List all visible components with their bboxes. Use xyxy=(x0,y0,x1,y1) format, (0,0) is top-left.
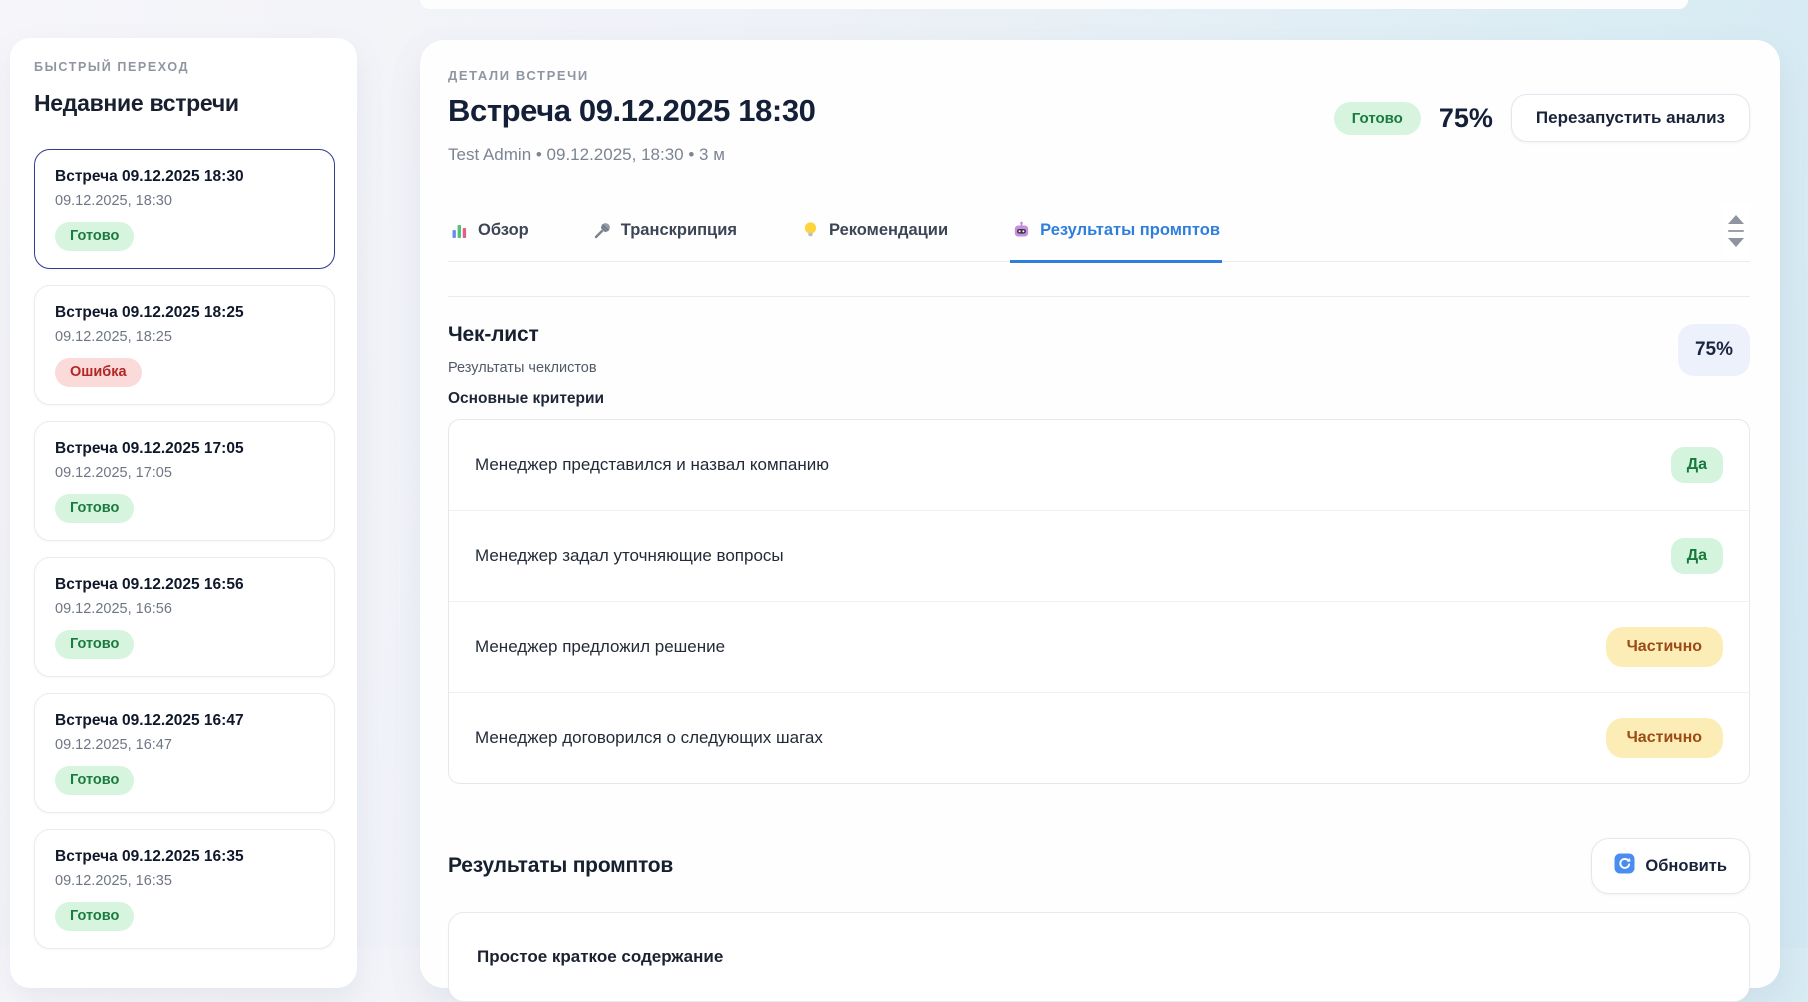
triangle-down-icon[interactable] xyxy=(1728,238,1744,247)
bar-chart-icon xyxy=(450,221,469,240)
checklist-row: Менеджер предложил решение Частично xyxy=(449,601,1749,692)
prompt-results-section: Результаты промптов Обновить Простое кра… xyxy=(448,838,1750,1002)
scrolled-card-edge xyxy=(420,0,1688,9)
meeting-card-title: Встреча 09.12.2025 17:05 xyxy=(55,439,314,459)
meeting-card-datetime: 09.12.2025, 16:56 xyxy=(55,600,314,619)
checklist-section: Чек-лист Результаты чеклистов 75% Основн… xyxy=(448,323,1750,784)
page-title: Встреча 09.12.2025 18:30 xyxy=(448,93,816,129)
status-badge: Готово xyxy=(55,494,134,523)
result-badge: Частично xyxy=(1606,627,1723,667)
status-badge: Готово xyxy=(55,630,134,659)
meeting-card-title: Встреча 09.12.2025 16:35 xyxy=(55,847,314,867)
restart-analysis-button[interactable]: Перезапустить анализ xyxy=(1511,94,1750,142)
meeting-card-title: Встреча 09.12.2025 16:47 xyxy=(55,711,314,731)
scroll-stepper[interactable] xyxy=(1722,203,1750,259)
meeting-card-title: Встреча 09.12.2025 16:56 xyxy=(55,575,314,595)
triangle-up-icon[interactable] xyxy=(1728,215,1744,224)
prompt-results-head: Результаты промптов Обновить xyxy=(448,838,1750,894)
meeting-card[interactable]: Встреча 09.12.2025 16:56 09.12.2025, 16:… xyxy=(34,557,335,677)
tab-label: Транскрипция xyxy=(621,221,737,240)
meeting-card-datetime: 09.12.2025, 18:30 xyxy=(55,192,314,211)
meeting-card-datetime: 09.12.2025, 17:05 xyxy=(55,464,314,483)
checklist-subtitle: Результаты чеклистов xyxy=(448,360,597,376)
checklist-item-text: Менеджер предложил решение xyxy=(475,637,725,657)
meeting-header-actions: Готово 75% Перезапустить анализ xyxy=(1334,94,1750,142)
meeting-card[interactable]: Встреча 09.12.2025 18:25 09.12.2025, 18:… xyxy=(34,285,335,405)
tab-prompt-results[interactable]: Результаты промптов xyxy=(1010,221,1222,263)
checklist-item-text: Менеджер задал уточняющие вопросы xyxy=(475,546,784,566)
meeting-card[interactable]: Встреча 09.12.2025 18:30 09.12.2025, 18:… xyxy=(34,149,335,269)
tab-label: Результаты промптов xyxy=(1040,221,1220,240)
result-badge: Да xyxy=(1671,447,1723,483)
tab-label: Рекомендации xyxy=(829,221,948,240)
checklist-row: Менеджер задал уточняющие вопросы Да xyxy=(449,510,1749,601)
meeting-header-left: ДЕТАЛИ ВСТРЕЧИ Встреча 09.12.2025 18:30 … xyxy=(448,68,816,165)
status-badge: Готово xyxy=(55,902,134,931)
tab-label: Обзор xyxy=(478,221,529,240)
stepper-divider xyxy=(1728,230,1744,232)
checklist-item-text: Менеджер договорился о следующих шагах xyxy=(475,728,823,748)
checklist-head-left: Чек-лист Результаты чеклистов xyxy=(448,323,597,376)
meeting-card-datetime: 09.12.2025, 16:47 xyxy=(55,736,314,755)
meeting-meta: Test Admin • 09.12.2025, 18:30 • 3 м xyxy=(448,145,816,165)
sidebar-title: Недавние встречи xyxy=(34,90,335,117)
tab-transcription[interactable]: Транскрипция xyxy=(591,221,739,263)
status-badge: Готово xyxy=(1334,102,1421,135)
details-eyebrow: ДЕТАЛИ ВСТРЕЧИ xyxy=(448,68,816,83)
section-divider xyxy=(448,296,1750,297)
meeting-score: 75% xyxy=(1439,103,1493,134)
result-badge: Частично xyxy=(1606,718,1723,758)
meeting-card-datetime: 09.12.2025, 16:35 xyxy=(55,872,314,891)
meeting-card-title: Встреча 09.12.2025 18:30 xyxy=(55,167,314,187)
tab-bar: Обзор Транскрипция Рекомендации Результа… xyxy=(448,221,1750,262)
refresh-icon xyxy=(1614,853,1635,879)
meeting-header: ДЕТАЛИ ВСТРЕЧИ Встреча 09.12.2025 18:30 … xyxy=(448,68,1750,165)
result-badge: Да xyxy=(1671,538,1723,574)
checklist-item-text: Менеджер представился и назвал компанию xyxy=(475,455,829,475)
prompt-result-card-title: Простое краткое содержание xyxy=(477,947,1721,967)
meeting-card[interactable]: Встреча 09.12.2025 16:47 09.12.2025, 16:… xyxy=(34,693,335,813)
checklist-row: Менеджер договорился о следующих шагах Ч… xyxy=(449,692,1749,783)
bulb-icon xyxy=(801,221,820,240)
checklist-group-title: Основные критерии xyxy=(448,390,1750,408)
tab-recommendations[interactable]: Рекомендации xyxy=(799,221,950,263)
sidebar-recent-meetings: БЫСТРЫЙ ПЕРЕХОД Недавние встречи Встреча… xyxy=(10,38,357,988)
prompt-results-title: Результаты промптов xyxy=(448,854,673,878)
meeting-card[interactable]: Встреча 09.12.2025 17:05 09.12.2025, 17:… xyxy=(34,421,335,541)
meeting-card-title: Встреча 09.12.2025 18:25 xyxy=(55,303,314,323)
checklist-title: Чек-лист xyxy=(448,323,597,347)
refresh-button[interactable]: Обновить xyxy=(1591,838,1750,894)
refresh-button-label: Обновить xyxy=(1645,857,1727,876)
status-badge: Ошибка xyxy=(55,358,142,387)
tab-overview[interactable]: Обзор xyxy=(448,221,531,263)
checklist-score-badge: 75% xyxy=(1678,324,1750,376)
checklist-head: Чек-лист Результаты чеклистов 75% xyxy=(448,323,1750,376)
meeting-card-datetime: 09.12.2025, 18:25 xyxy=(55,328,314,347)
microphone-icon xyxy=(593,221,612,240)
prompt-result-card: Простое краткое содержание xyxy=(448,912,1750,1002)
robot-icon xyxy=(1012,221,1031,240)
checklist-items: Менеджер представился и назвал компанию … xyxy=(448,419,1750,784)
meeting-card[interactable]: Встреча 09.12.2025 16:35 09.12.2025, 16:… xyxy=(34,829,335,949)
meeting-details-panel: ДЕТАЛИ ВСТРЕЧИ Встреча 09.12.2025 18:30 … xyxy=(420,40,1780,988)
sidebar-eyebrow: БЫСТРЫЙ ПЕРЕХОД xyxy=(34,60,335,74)
status-badge: Готово xyxy=(55,766,134,795)
meeting-card-list: Встреча 09.12.2025 18:30 09.12.2025, 18:… xyxy=(34,149,335,949)
status-badge: Готово xyxy=(55,222,134,251)
checklist-row: Менеджер представился и назвал компанию … xyxy=(449,420,1749,510)
